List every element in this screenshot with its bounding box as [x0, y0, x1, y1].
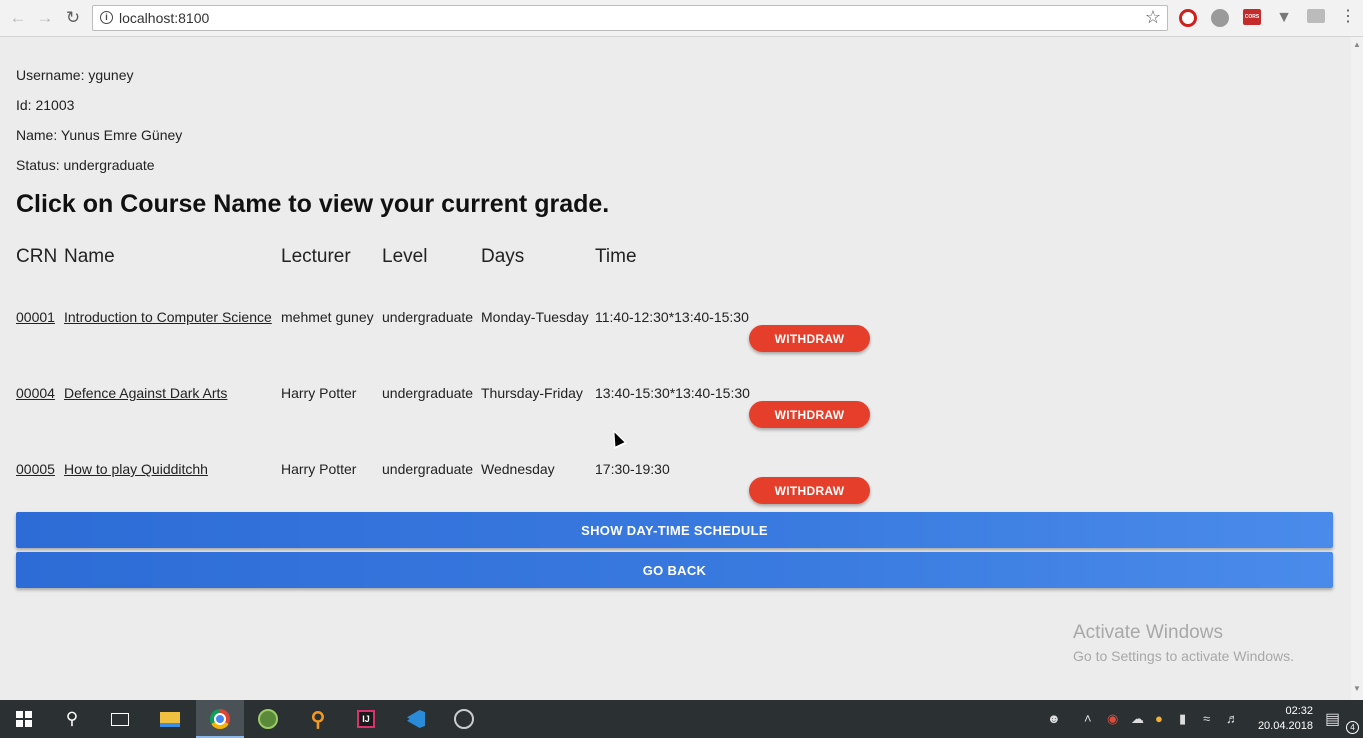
course-lecturer: Harry Potter	[281, 461, 357, 477]
course-time: 11:40-12:30*13:40-15:30	[595, 309, 749, 325]
course-level: undergraduate	[382, 461, 474, 477]
grid-extension-icon[interactable]	[1307, 9, 1325, 23]
course-name-link[interactable]: Introduction to Computer Science	[64, 309, 272, 325]
id-line: Id: 21003	[16, 97, 75, 113]
onedrive-icon[interactable]: ☁	[1131, 711, 1144, 727]
app-tray-icon[interactable]: ●	[1155, 711, 1163, 726]
globe-extension-icon[interactable]	[1211, 9, 1229, 27]
wifi-icon[interactable]: ≈	[1203, 711, 1210, 726]
go-back-button[interactable]: GO BACK	[16, 552, 1333, 588]
course-level: undergraduate	[382, 309, 474, 325]
activate-windows-title: Activate Windows	[1073, 622, 1223, 643]
task-view-icon[interactable]	[96, 700, 144, 738]
vpn-extension-icon[interactable]: ▼	[1275, 9, 1293, 27]
column-header-time: Time	[595, 246, 637, 267]
start-button[interactable]	[0, 700, 48, 738]
page-content: Username: yguney Id: 21003 Name: Yunus E…	[0, 37, 1351, 700]
battery-icon[interactable]: ▮	[1179, 711, 1186, 727]
antivirus-icon[interactable]: ◉	[1107, 711, 1118, 727]
withdraw-button[interactable]: WITHDRAW	[749, 477, 870, 504]
back-arrow-icon[interactable]: ←	[8, 8, 28, 28]
url-text[interactable]: localhost:8100	[119, 10, 209, 26]
course-time: 17:30-19:30	[595, 461, 670, 477]
clock-time: 02:32	[1285, 705, 1313, 717]
file-explorer-icon[interactable]	[146, 700, 194, 738]
course-days: Thursday-Friday	[481, 385, 583, 401]
page-scrollbar[interactable]: ▲ ▼	[1351, 37, 1363, 700]
system-clock[interactable]: 02:32 20.04.2018	[1253, 704, 1313, 734]
course-days: Wednesday	[481, 461, 555, 477]
column-header-crn: CRN	[16, 246, 58, 267]
menu-icon[interactable]: ⋮	[1340, 9, 1356, 25]
withdraw-button[interactable]: WITHDRAW	[749, 325, 870, 352]
address-bar[interactable]: i localhost:8100 ☆	[92, 5, 1168, 31]
windows-taskbar: ⚲ ⚲ IJ ☻ ˄ ◉ ☁ ● ▮ ≈ ♬ 02:32 20.04.2018 …	[0, 700, 1363, 738]
course-time: 13:40-15:30*13:40-15:30	[595, 385, 750, 401]
browser-toolbar: ← → ↻ i localhost:8100 ☆ CORS ▼ ⋮	[0, 0, 1363, 37]
search-app-icon[interactable]: ⚲	[294, 700, 342, 738]
column-header-level: Level	[382, 246, 428, 267]
star-icon[interactable]: ☆	[1145, 7, 1161, 28]
column-header-lecturer: Lecturer	[281, 246, 351, 267]
mouse-cursor-icon	[606, 426, 628, 450]
course-crn-link[interactable]: 00001	[16, 309, 55, 325]
vscode-icon[interactable]	[392, 700, 440, 738]
show-hidden-icons-icon[interactable]: ˄	[1084, 711, 1092, 726]
forward-arrow-icon[interactable]: →	[35, 8, 55, 28]
scroll-down-icon[interactable]: ▼	[1353, 684, 1361, 693]
info-icon[interactable]: i	[100, 11, 113, 24]
volume-icon[interactable]: ♬	[1226, 711, 1239, 726]
reload-icon[interactable]: ↻	[63, 8, 83, 28]
course-crn-link[interactable]: 00005	[16, 461, 55, 477]
intellij-icon[interactable]: IJ	[342, 700, 390, 738]
course-lecturer: Harry Potter	[281, 385, 357, 401]
obs-icon[interactable]	[440, 700, 488, 738]
course-name-link[interactable]: How to play Quidditchh	[64, 461, 208, 477]
clock-date: 20.04.2018	[1257, 720, 1313, 732]
column-header-name: Name	[64, 246, 115, 267]
action-center-icon[interactable]: ▤	[1325, 709, 1340, 729]
status-line: Status: undergraduate	[16, 157, 155, 173]
windows-logo-icon	[16, 711, 32, 727]
people-icon[interactable]: ☻	[1047, 711, 1061, 726]
android-studio-icon[interactable]	[244, 700, 292, 738]
notification-count-badge: 4	[1346, 721, 1359, 734]
name-line: Name: Yunus Emre Güney	[16, 127, 183, 143]
course-name-link[interactable]: Defence Against Dark Arts	[64, 385, 227, 401]
show-schedule-button[interactable]: SHOW DAY-TIME SCHEDULE	[16, 512, 1333, 548]
withdraw-button[interactable]: WITHDRAW	[749, 401, 870, 428]
activate-windows-subtitle: Go to Settings to activate Windows.	[1073, 648, 1294, 664]
opera-extension-icon[interactable]	[1179, 9, 1197, 27]
page-headline: Click on Course Name to view your curren…	[16, 190, 610, 218]
course-days: Monday-Tuesday	[481, 309, 589, 325]
cors-extension-icon[interactable]: CORS	[1243, 9, 1261, 25]
course-level: undergraduate	[382, 385, 474, 401]
username-line: Username: yguney	[16, 67, 134, 83]
course-crn-link[interactable]: 00004	[16, 385, 55, 401]
scroll-up-icon[interactable]: ▲	[1353, 40, 1361, 49]
course-lecturer: mehmet guney	[281, 309, 374, 325]
column-header-days: Days	[481, 246, 525, 267]
chrome-icon[interactable]	[196, 700, 244, 738]
search-icon[interactable]: ⚲	[48, 700, 96, 738]
